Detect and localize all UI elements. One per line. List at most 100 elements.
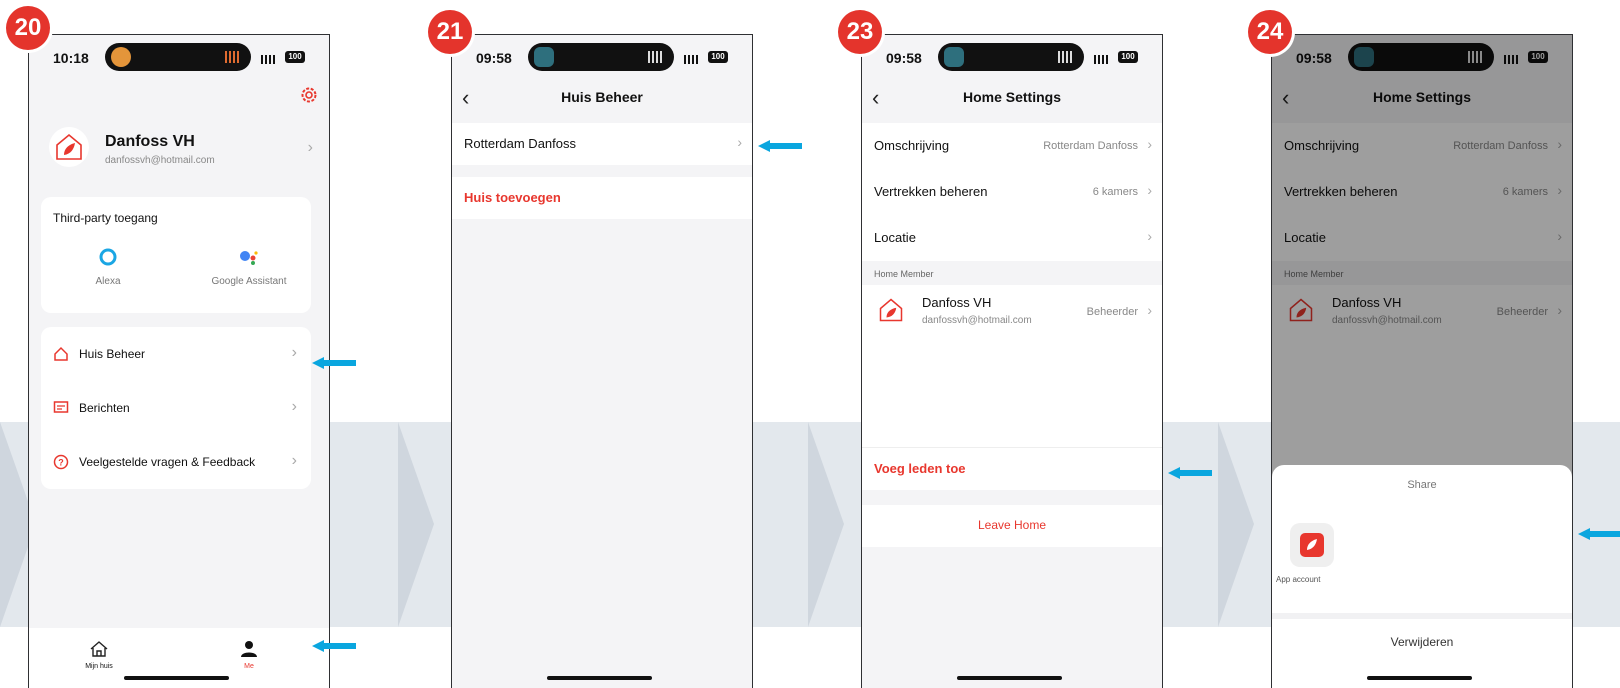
third-party-title: Third-party toegang [53, 211, 158, 225]
battery-icon: 100 [1118, 51, 1138, 63]
home-tab-icon [90, 641, 108, 657]
nav-bar: ‹ Huis Beheer [452, 79, 752, 119]
row-label: Omschrijving [1284, 138, 1360, 153]
row-label: Omschrijving [874, 138, 950, 153]
dynamic-island [1348, 43, 1494, 71]
menu-item-berichten[interactable]: Berichten › [41, 381, 311, 435]
alexa-icon [99, 248, 117, 266]
remove-label: Verwijderen [1390, 635, 1454, 649]
section-header: Home Member [874, 269, 934, 279]
chevron-right-icon: › [291, 344, 297, 361]
phone-screen-20: 10:18 100 Danfoss VH danfossvh@hotmail.c… [28, 34, 330, 688]
chevron-right-icon: › [1147, 136, 1152, 152]
pointer-arrow [1168, 467, 1212, 479]
audio-wave-icon [648, 51, 664, 63]
dynamic-island [105, 43, 251, 71]
member-name: Danfoss VH [922, 295, 992, 310]
svg-text:?: ? [58, 458, 64, 468]
step-badge: 20 [6, 6, 50, 50]
menu-item-huis-beheer[interactable]: Huis Beheer › [41, 327, 311, 381]
chevron-right-icon: › [291, 452, 297, 469]
chevron-right-icon: › [291, 398, 297, 415]
member-row[interactable]: Danfoss VH danfossvh@hotmail.com Beheerd… [862, 285, 1162, 337]
tab-mijn-huis[interactable]: Mijn huis [77, 640, 121, 670]
home-indicator [547, 676, 652, 680]
nav-bar: ‹ Home Settings [862, 79, 1162, 119]
share-title: Share [1407, 479, 1437, 491]
row-label: Locatie [874, 230, 916, 245]
tab-label: Mijn huis [85, 663, 113, 670]
home-list-item[interactable]: Rotterdam Danfoss › [452, 123, 752, 165]
tab-label: Me [244, 663, 254, 670]
remove-button[interactable]: Verwijderen [1272, 619, 1572, 665]
google-assistant-label: Google Assistant [211, 276, 287, 287]
chevron-right-icon: › [1557, 182, 1562, 198]
home-logo-icon [879, 298, 903, 322]
alexa-item[interactable]: Alexa [71, 247, 145, 297]
message-icon [53, 401, 69, 413]
map-thumbnail-icon [944, 47, 964, 67]
settings-row-location[interactable]: Locatie › [862, 215, 1162, 261]
row-label: Locatie [1284, 230, 1326, 245]
profile-row[interactable]: Danfoss VH danfossvh@hotmail.com › [29, 121, 329, 181]
settings-row-location: Locatie › [1272, 215, 1572, 261]
menu-item-label: Veelgestelde vragen & Feedback [79, 455, 256, 469]
menu-item-label: Berichten [79, 401, 130, 415]
chevron-decoration [1218, 422, 1254, 627]
page-title: Home Settings [962, 89, 1061, 105]
app-icon-tile [1290, 523, 1334, 567]
signal-icon [1094, 55, 1108, 64]
section-header: Home Member [1284, 269, 1344, 279]
status-bar: 10:18 100 [29, 35, 329, 79]
row-label: Vertrekken beheren [1284, 184, 1398, 199]
page-title: Home Settings [1372, 89, 1471, 105]
add-members-button[interactable]: Voeg leden toe [862, 447, 1162, 490]
back-icon: ‹ [1282, 85, 1290, 110]
home-name: Rotterdam Danfoss [464, 136, 576, 151]
status-time: 09:58 [1296, 50, 1332, 66]
google-assistant-icon [240, 251, 258, 265]
alexa-label: Alexa [95, 276, 121, 287]
chevron-decoration [398, 422, 434, 627]
leave-home-label: Leave Home [977, 518, 1047, 532]
chevron-right-icon: › [1147, 228, 1152, 244]
audio-wave-icon [1468, 51, 1484, 63]
step-badge: 24 [1248, 10, 1292, 54]
home-indicator [124, 676, 229, 680]
tab-me[interactable]: Me [227, 640, 271, 670]
settings-row-description[interactable]: Omschrijving Rotterdam Danfoss › [862, 123, 1162, 169]
row-value: 6 kamers [1092, 186, 1138, 198]
chevron-right-icon: › [1557, 228, 1562, 244]
battery-icon: 100 [285, 51, 305, 63]
member-email: danfossvh@hotmail.com [1332, 315, 1442, 326]
dynamic-island [938, 43, 1084, 71]
phone-screen-24: 09:58 100 ‹ Home Settings Omschrijving R… [1271, 34, 1573, 688]
house-outline-icon [54, 346, 68, 361]
signal-icon [684, 55, 698, 64]
person-icon [241, 641, 257, 657]
question-circle-icon: ? [53, 454, 69, 470]
row-label: Vertrekken beheren [874, 184, 988, 199]
member-role: Beheerder [1086, 306, 1138, 318]
member-name: Danfoss VH [1332, 295, 1402, 310]
map-thumbnail-icon [534, 47, 554, 67]
google-assistant-item[interactable]: Google Assistant [199, 247, 299, 297]
audio-wave-icon [1058, 51, 1074, 63]
add-home-button[interactable]: Huis toevoegen [452, 177, 752, 219]
avatar-icon [111, 47, 131, 67]
row-value: Rotterdam Danfoss [1043, 140, 1138, 152]
add-home-label: Huis toevoegen [464, 190, 561, 205]
app-account-option[interactable]: App account [1276, 523, 1346, 587]
settings-row-description: Omschrijving Rotterdam Danfoss › [1272, 123, 1572, 169]
settings-row-rooms[interactable]: Vertrekken beheren 6 kamers › [862, 169, 1162, 215]
menu-item-faq[interactable]: ? Veelgestelde vragen & Feedback › [41, 435, 311, 489]
share-sheet: Share App account Verwijderen [1272, 465, 1572, 688]
chevron-right-icon: › [737, 134, 742, 150]
app-account-label: App account [1276, 575, 1321, 584]
gear-icon[interactable] [299, 85, 319, 105]
member-row: Danfoss VH danfossvh@hotmail.com Beheerd… [1272, 285, 1572, 337]
leave-home-button[interactable]: Leave Home [862, 505, 1162, 547]
chevron-right-icon: › [307, 139, 313, 156]
map-thumbnail-icon [1354, 47, 1374, 67]
settings-row-rooms: Vertrekken beheren 6 kamers › [1272, 169, 1572, 215]
